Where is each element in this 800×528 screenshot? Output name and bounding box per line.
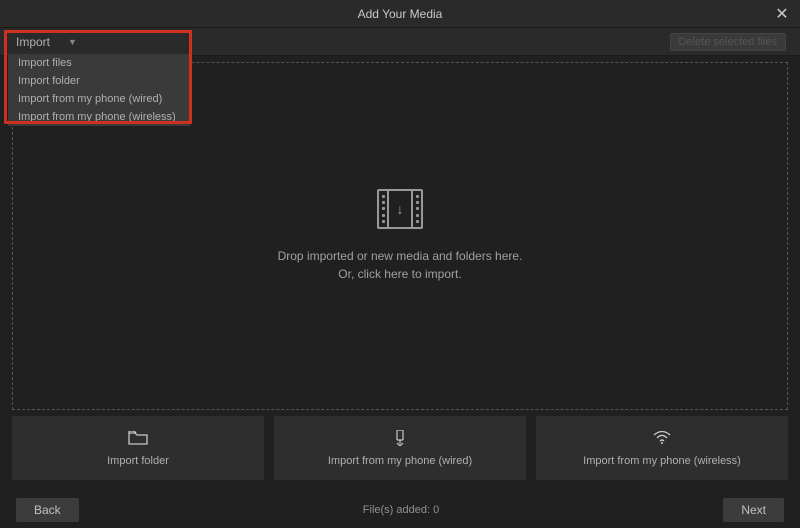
close-icon[interactable]: ✕ <box>772 4 792 24</box>
chevron-down-icon: ▼ <box>68 37 77 47</box>
title-bar: Add Your Media ✕ <box>0 0 800 28</box>
files-added-status: File(s) added: 0 <box>79 504 724 516</box>
import-dropdown-menu: Import files Import folder Import from m… <box>8 54 190 126</box>
action-import-folder[interactable]: Import folder <box>12 416 264 480</box>
next-button[interactable]: Next <box>723 498 784 522</box>
footer-bar: Back File(s) added: 0 Next <box>0 492 800 528</box>
drop-text-line1: Drop imported or new media and folders h… <box>278 247 523 265</box>
action-import-phone-wireless[interactable]: Import from my phone (wireless) <box>536 416 788 480</box>
action-label: Import from my phone (wired) <box>328 455 472 467</box>
dropdown-item-import-files[interactable]: Import files <box>8 54 190 72</box>
action-label: Import folder <box>107 455 169 467</box>
action-row: Import folder Import from my phone (wire… <box>0 416 800 480</box>
action-import-phone-wired[interactable]: Import from my phone (wired) <box>274 416 526 480</box>
dropdown-item-import-folder[interactable]: Import folder <box>8 72 190 90</box>
toolbar: Import ▼ Delete selected files <box>0 28 800 56</box>
dropdown-item-import-phone-wired[interactable]: Import from my phone (wired) <box>8 90 190 108</box>
folder-icon <box>128 429 148 447</box>
action-label: Import from my phone (wireless) <box>583 455 741 467</box>
dropdown-item-import-phone-wireless[interactable]: Import from my phone (wireless) <box>8 108 190 126</box>
window-title: Add Your Media <box>358 7 443 21</box>
drop-text-line2: Or, click here to import. <box>278 265 523 283</box>
delete-selected-button[interactable]: Delete selected files <box>670 33 786 51</box>
import-label: Import <box>16 35 50 49</box>
back-button[interactable]: Back <box>16 498 79 522</box>
film-download-icon: ↓ <box>377 189 423 229</box>
wifi-icon <box>653 429 671 447</box>
phone-wired-icon <box>393 429 407 447</box>
drop-zone-text: Drop imported or new media and folders h… <box>278 247 523 283</box>
import-dropdown-button[interactable]: Import ▼ <box>10 33 83 51</box>
